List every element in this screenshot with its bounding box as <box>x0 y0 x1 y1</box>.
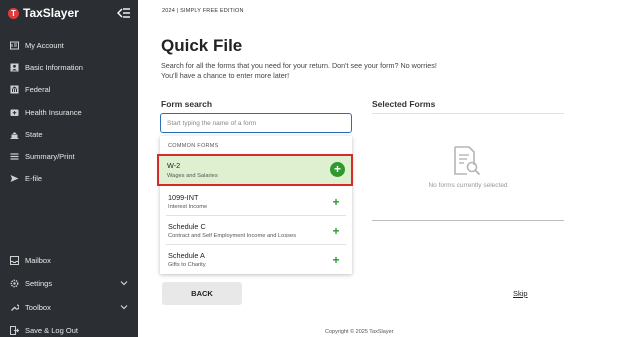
sidebar-item-label: Health Insurance <box>25 107 82 117</box>
common-forms-heading: COMMON FORMS <box>168 143 219 149</box>
description-line: Search for all the forms that you need f… <box>161 61 437 70</box>
sidebar-item-toolbox[interactable]: Toolbox <box>0 298 138 316</box>
brand-name: TaxSlayer <box>23 6 79 20</box>
selected-forms-label: Selected Forms <box>372 99 436 109</box>
gear-icon <box>9 278 19 288</box>
form-option-w2[interactable]: W-2 Wages and Salaries + <box>157 154 353 186</box>
send-icon <box>9 173 19 183</box>
form-search-input[interactable] <box>160 113 352 133</box>
no-forms-selected-text: No forms currently selected <box>428 182 508 189</box>
skip-link[interactable]: Skip <box>513 289 528 298</box>
sidebar-item-federal[interactable]: Federal <box>0 80 138 98</box>
chevron-down-icon[interactable] <box>120 303 128 312</box>
selected-forms-divider <box>372 220 564 221</box>
brand-logo[interactable]: T TaxSlayer <box>8 6 79 20</box>
mailbox-icon <box>9 255 19 265</box>
form-option-1099-int[interactable]: 1099-INT Interest Income + <box>166 189 346 216</box>
form-title: Schedule A <box>168 251 205 260</box>
person-icon <box>9 62 19 72</box>
form-subtitle: Gifts to Charity <box>168 262 206 268</box>
sidebar-item-label: E-file <box>25 173 43 183</box>
sidebar-item-label: Summary/Print <box>25 151 75 161</box>
copyright-text: Copyright © 2025 TaxSlayer <box>325 329 394 335</box>
first-aid-icon <box>9 107 19 117</box>
edition-label: 2024 | SIMPLY FREE EDITION <box>162 8 244 14</box>
sidebar-item-label: State <box>25 129 43 139</box>
bank-icon <box>9 84 19 94</box>
chevron-down-icon[interactable] <box>120 279 128 288</box>
page-title: Quick File <box>161 36 243 55</box>
sidebar-item-settings[interactable]: Settings <box>0 274 138 292</box>
app-root: T TaxSlayer My Account Basic Information… <box>0 0 640 337</box>
page-description: Search for all the forms that you need f… <box>161 61 491 81</box>
form-option-schedule-c[interactable]: Schedule C Contract and Self Employment … <box>166 218 346 245</box>
form-subtitle: Contract and Self Employment Income and … <box>168 233 297 239</box>
sidebar-item-health-insurance[interactable]: Health Insurance <box>0 103 138 121</box>
add-icon[interactable]: + <box>330 225 342 237</box>
form-search-dropdown: COMMON FORMS W-2 Wages and Salaries + 10… <box>157 136 353 274</box>
capitol-icon <box>9 129 19 139</box>
form-title: Schedule C <box>168 222 206 231</box>
add-icon[interactable]: + <box>330 196 342 208</box>
form-title: 1099-INT <box>168 193 199 202</box>
form-option-schedule-a[interactable]: Schedule A Gifts to Charity + <box>166 247 346 274</box>
selected-forms-divider <box>372 113 564 114</box>
summary-icon <box>9 151 19 161</box>
form-subtitle: Interest Income <box>168 204 208 210</box>
logout-icon <box>9 325 19 335</box>
sidebar-item-label: Basic Information <box>25 62 83 72</box>
sidebar-item-label: Save & Log Out <box>25 325 78 335</box>
sidebar-item-mailbox[interactable]: Mailbox <box>0 251 138 269</box>
sidebar-item-label: Toolbox <box>25 302 51 312</box>
id-card-icon <box>9 40 19 50</box>
sidebar-item-label: My Account <box>25 40 64 50</box>
sidebar-item-label: Federal <box>25 84 51 94</box>
back-button[interactable]: BACK <box>162 282 242 305</box>
sidebar-item-my-account[interactable]: My Account <box>0 36 138 54</box>
sidebar-item-save-log-out[interactable]: Save & Log Out <box>0 321 138 337</box>
sidebar-item-label: Settings <box>25 278 53 288</box>
form-subtitle: Wages and Salaries <box>167 173 218 179</box>
sidebar-item-e-file[interactable]: E-file <box>0 169 138 187</box>
document-search-icon <box>452 145 482 177</box>
sidebar-item-basic-information[interactable]: Basic Information <box>0 58 138 76</box>
sidebar: T TaxSlayer My Account Basic Information… <box>0 0 138 337</box>
add-icon[interactable]: + <box>330 162 345 177</box>
form-search-label: Form search <box>161 99 213 109</box>
form-title: W-2 <box>167 161 181 170</box>
logo-mark-icon: T <box>8 7 19 19</box>
sidebar-item-label: Mailbox <box>25 255 51 265</box>
sidebar-item-state[interactable]: State <box>0 125 138 143</box>
toolbox-icon <box>9 302 19 312</box>
description-line: You'll have a chance to enter more later… <box>161 71 290 80</box>
sidebar-item-summary-print[interactable]: Summary/Print <box>0 147 138 165</box>
collapse-menu-icon[interactable] <box>117 7 131 19</box>
add-icon[interactable]: + <box>330 254 342 266</box>
